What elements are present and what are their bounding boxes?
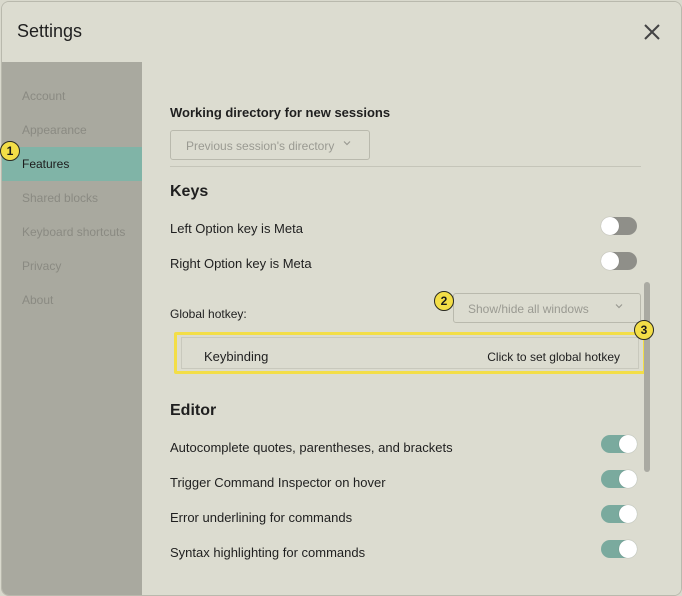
right-option-meta-label: Right Option key is Meta	[170, 256, 312, 271]
command-inspector-label: Trigger Command Inspector on hover	[170, 475, 386, 490]
left-option-meta-label: Left Option key is Meta	[170, 221, 303, 236]
syntax-highlighting-toggle[interactable]	[601, 540, 637, 558]
toggle-knob	[619, 540, 637, 558]
features-panel: Working directory for new sessions Previ…	[142, 62, 681, 595]
close-button[interactable]	[641, 21, 663, 43]
global-hotkey-dropdown[interactable]: Show/hide all windows	[453, 293, 641, 323]
window-title: Settings	[17, 21, 83, 41]
command-inspector-toggle[interactable]	[601, 470, 637, 488]
chevron-down-icon	[615, 304, 623, 309]
left-option-meta-toggle[interactable]	[601, 217, 637, 235]
working-directory-label: Working directory for new sessions	[170, 105, 391, 120]
sidebar-item-label: Account	[22, 89, 66, 103]
toggle-knob	[601, 217, 619, 235]
working-directory-value: Previous session's directory	[186, 139, 335, 153]
chevron-down-icon	[343, 141, 351, 146]
section-divider	[170, 166, 641, 167]
sidebar-item-appearance[interactable]: Appearance	[2, 113, 142, 147]
right-option-meta-toggle[interactable]	[601, 252, 637, 270]
annotation-badge-3: 3	[634, 320, 654, 340]
set-global-hotkey-button[interactable]: Click to set global hotkey	[487, 350, 620, 364]
sidebar-item-label: Privacy	[22, 259, 62, 273]
sidebar-item-label: About	[22, 293, 54, 307]
toggle-knob	[619, 505, 637, 523]
sidebar-item-label: Shared blocks	[22, 191, 99, 205]
title-bar: Settings	[2, 2, 681, 62]
sidebar-item-label: Keyboard shortcuts	[22, 225, 126, 239]
keybinding-label: Keybinding	[204, 349, 269, 364]
sidebar-item-account[interactable]: Account	[2, 79, 142, 113]
settings-window: Settings Account Appearance Features Sha…	[1, 1, 682, 596]
annotation-badge-1: 1	[0, 141, 20, 161]
keybinding-row[interactable]: Keybinding Click to set global hotkey	[181, 337, 639, 369]
error-underlining-toggle[interactable]	[601, 505, 637, 523]
sidebar-item-shared-blocks[interactable]: Shared blocks	[2, 181, 142, 215]
global-hotkey-value: Show/hide all windows	[468, 302, 589, 316]
toggle-knob	[619, 435, 637, 453]
keys-heading: Keys	[170, 183, 209, 200]
global-hotkey-label: Global hotkey:	[170, 307, 247, 321]
syntax-highlighting-label: Syntax highlighting for commands	[170, 545, 366, 560]
autocomplete-label: Autocomplete quotes, parentheses, and br…	[170, 440, 453, 455]
autocomplete-toggle[interactable]	[601, 435, 637, 453]
toggle-knob	[619, 470, 637, 488]
sidebar-item-label: Appearance	[22, 123, 87, 137]
sidebar-item-privacy[interactable]: Privacy	[2, 249, 142, 283]
annotation-badge-2: 2	[434, 291, 454, 311]
editor-heading: Editor	[170, 402, 217, 419]
sidebar-item-keyboard-shortcuts[interactable]: Keyboard shortcuts	[2, 215, 142, 249]
error-underlining-label: Error underlining for commands	[170, 510, 353, 525]
close-icon	[644, 24, 660, 40]
sidebar-item-label: Features	[22, 157, 70, 171]
working-directory-dropdown[interactable]: Previous session's directory	[170, 130, 370, 160]
sidebar-item-features[interactable]: Features	[2, 147, 142, 181]
settings-sidebar: Account Appearance Features Shared block…	[2, 62, 142, 595]
sidebar-item-about[interactable]: About	[2, 283, 142, 317]
scrollbar-thumb[interactable]	[644, 282, 650, 472]
keybinding-highlight: Keybinding Click to set global hotkey	[174, 332, 646, 374]
toggle-knob	[601, 252, 619, 270]
